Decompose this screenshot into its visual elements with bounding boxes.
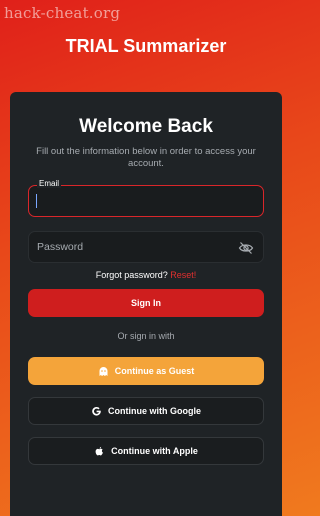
apple-label: Continue with Apple: [111, 446, 198, 456]
continue-with-apple-button[interactable]: Continue with Apple: [28, 437, 264, 465]
guest-label: Continue as Guest: [114, 366, 195, 376]
ghost-icon: [98, 366, 109, 377]
login-card: Welcome Back Fill out the information be…: [10, 92, 282, 516]
text-cursor: [36, 194, 37, 208]
password-placeholder: Password: [37, 241, 84, 253]
app-title: TRIAL Summarizer: [65, 36, 227, 56]
continue-with-google-button[interactable]: Continue with Google: [28, 397, 264, 425]
google-label: Continue with Google: [108, 406, 201, 416]
reset-link[interactable]: Reset!: [170, 270, 196, 280]
subtitle: Fill out the information below in order …: [36, 146, 256, 169]
forgot-password-row: Forgot password? Reset!: [10, 270, 282, 280]
email-label: Email: [37, 179, 62, 188]
watermark: hack-cheat.org: [4, 4, 121, 22]
apple-icon: [94, 446, 105, 457]
forgot-password-text: Forgot password?: [95, 270, 168, 280]
or-sign-in-with: Or sign in with: [117, 331, 175, 341]
google-icon: [91, 406, 102, 417]
password-field[interactable]: Password: [28, 231, 264, 263]
continue-as-guest-button[interactable]: Continue as Guest: [28, 357, 264, 385]
email-field[interactable]: Email: [28, 179, 264, 217]
page-title: Welcome Back: [79, 116, 213, 137]
sign-in-button[interactable]: Sign In: [28, 289, 264, 317]
eye-off-icon[interactable]: [238, 240, 254, 256]
sign-in-label: Sign In: [131, 298, 161, 308]
